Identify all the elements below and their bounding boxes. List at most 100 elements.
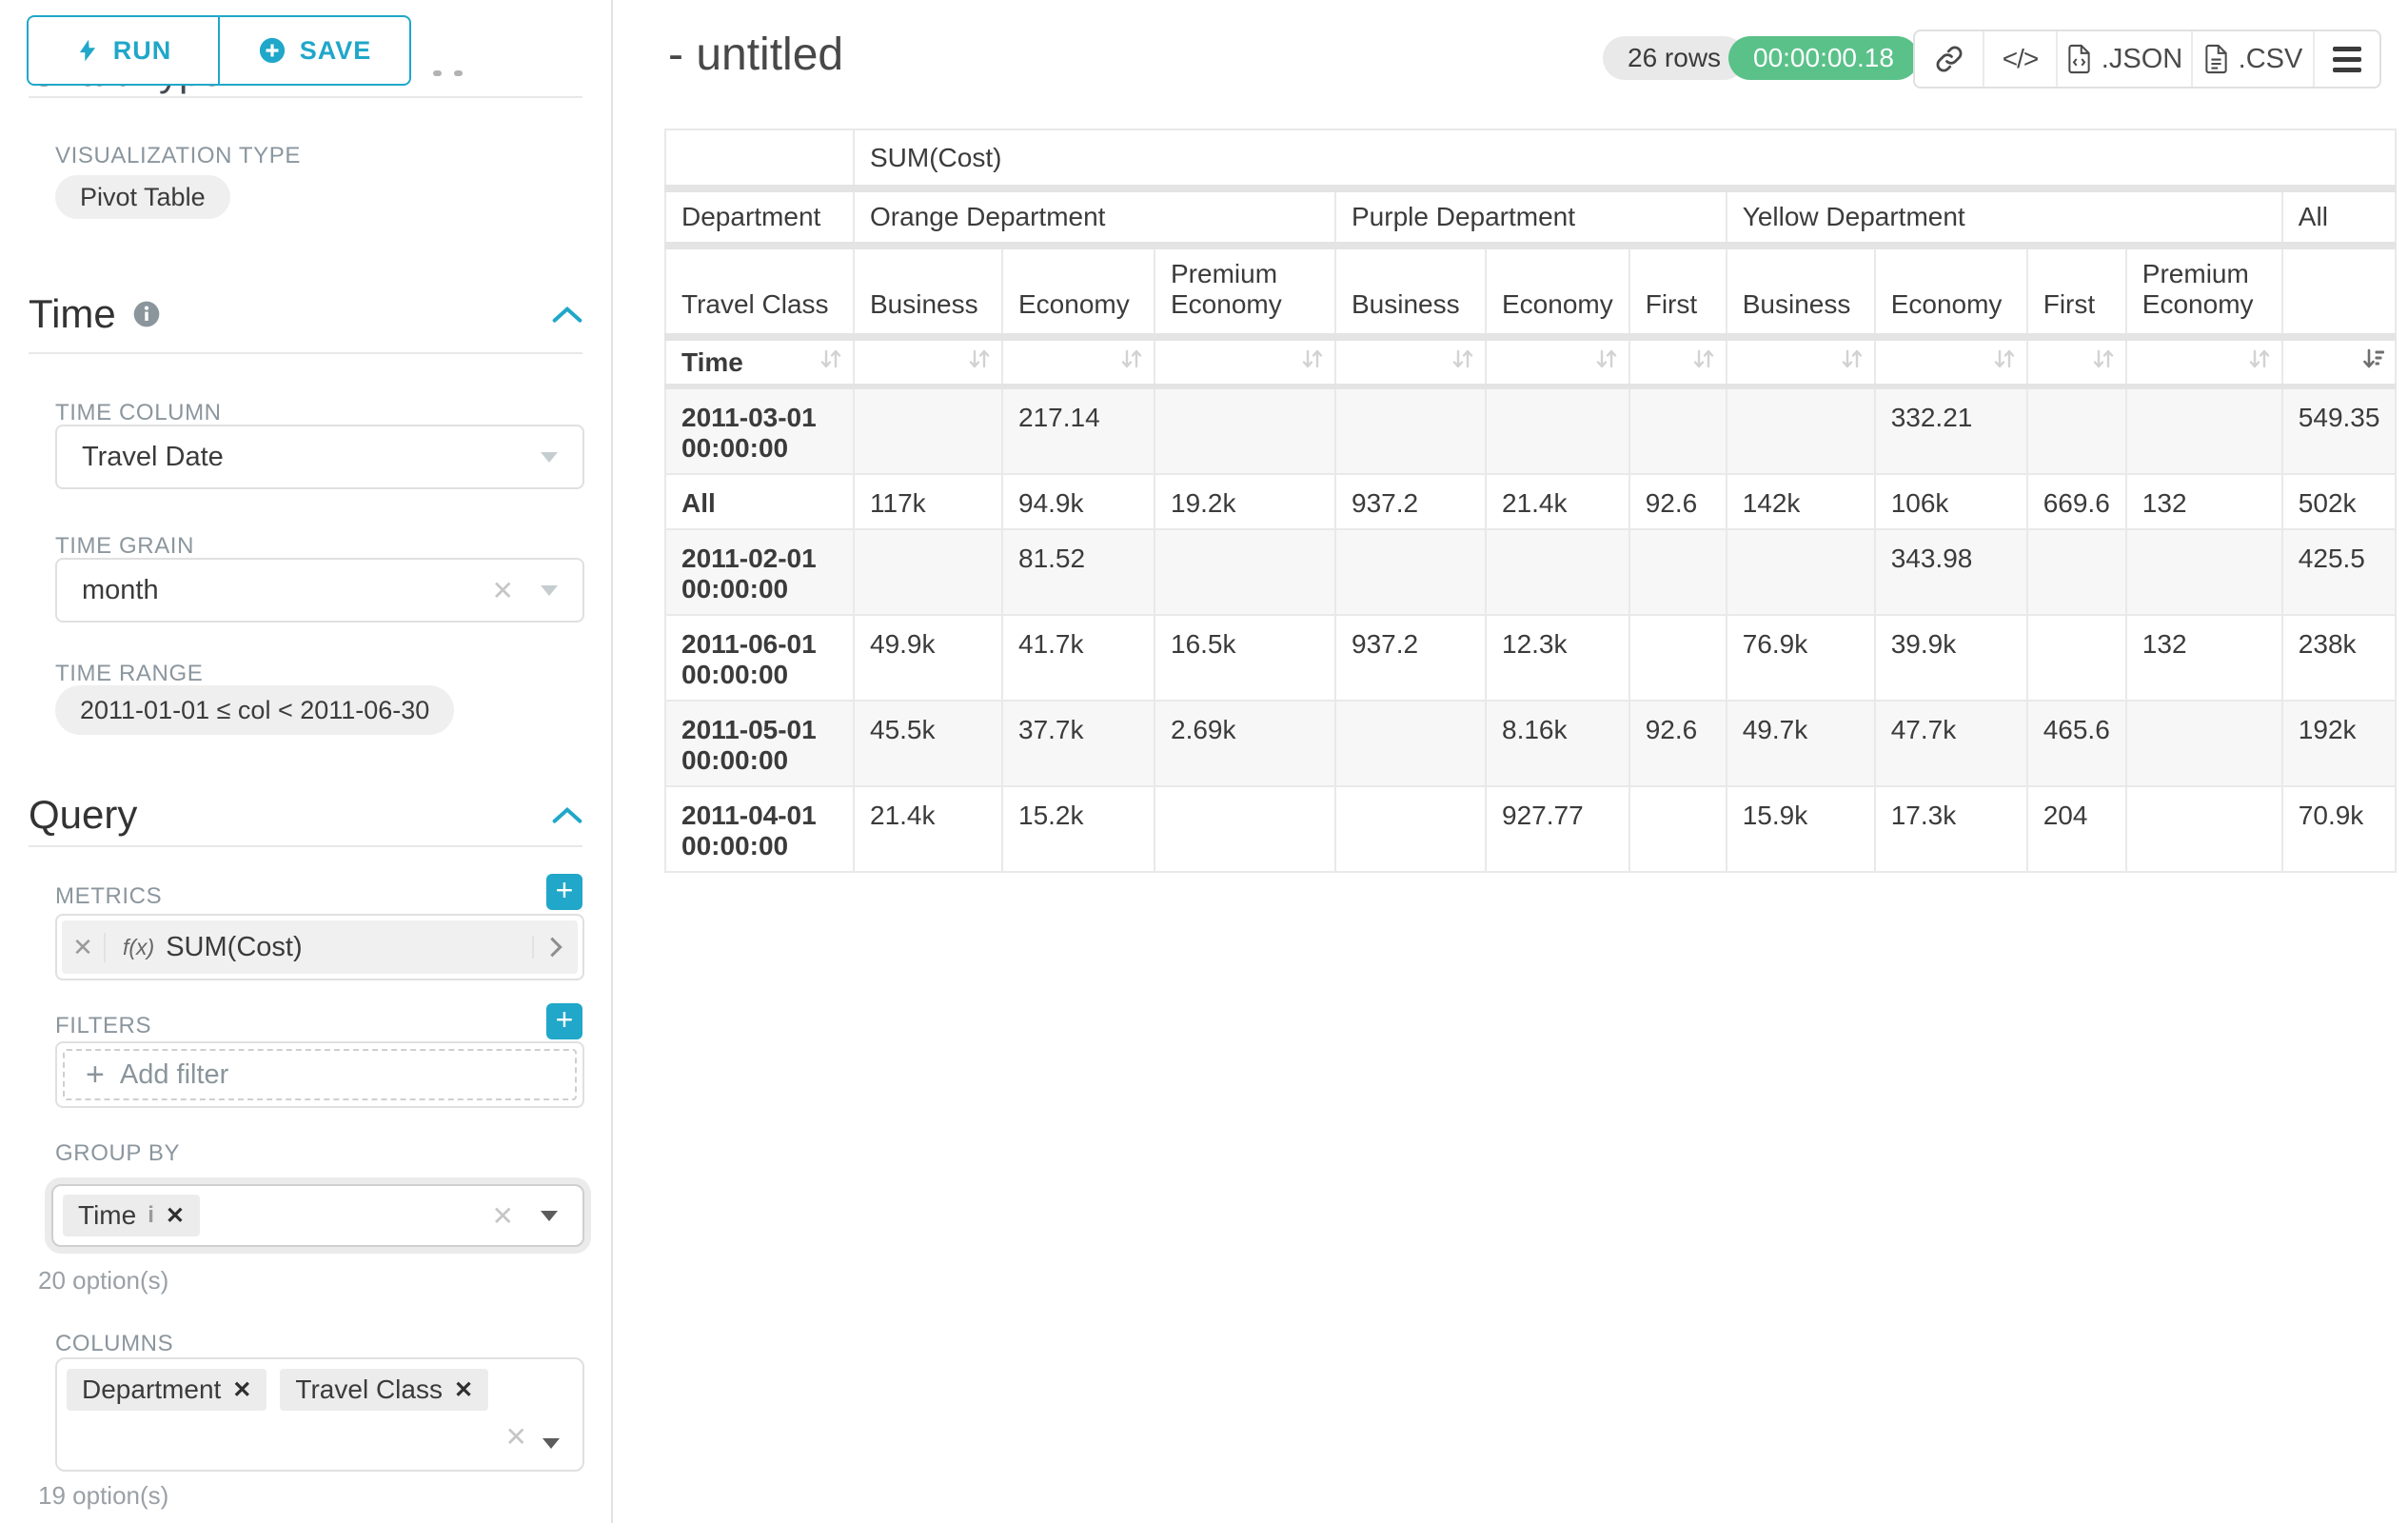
columns-label: COLUMNS	[55, 1331, 173, 1357]
time-column-select[interactable]: Travel Date	[55, 425, 584, 489]
menu-button[interactable]	[2313, 31, 2379, 87]
sort-icon[interactable]	[1119, 346, 1144, 378]
panel.query.columns_values-tag[interactable]: Travel Class✕	[280, 1369, 488, 1411]
time-column-label: TIME COLUMN	[55, 400, 222, 426]
remove-tag-icon[interactable]: ✕	[166, 1202, 185, 1230]
pivot-group-header: Purple Department	[1335, 188, 1727, 246]
pivot-corner-cell	[665, 129, 854, 188]
pivot-col-header	[2282, 246, 2397, 337]
pivot-cell: 425.5	[2282, 529, 2397, 615]
clear-icon[interactable]: ✕	[492, 1200, 514, 1232]
columns-select[interactable]: Department✕ Travel Class✕ ✕	[55, 1357, 584, 1472]
control-panel: Chart Type RUN SAVE VISUALIZATION TYPE P…	[0, 0, 613, 1523]
pivot-group-header: Orange Department	[854, 188, 1335, 246]
pivot-row: 2011-04-01 00:00:0021.4k15.2k927.7715.9k…	[665, 786, 2396, 872]
save-button[interactable]: SAVE	[219, 15, 411, 86]
chart-title[interactable]: - untitled	[668, 29, 843, 81]
pivot-cell	[1155, 386, 1335, 474]
export-csv-button[interactable]: .CSV	[2191, 31, 2313, 87]
pivot-col-header: Economy	[1875, 246, 2027, 337]
pivot-cell: 502k	[2282, 474, 2397, 529]
group-by-select[interactable]: Timei✕ ✕	[51, 1184, 584, 1247]
group-by-label: GROUP BY	[55, 1140, 180, 1167]
pivot-row-label: 2011-02-01 00:00:00	[665, 529, 854, 615]
pivot-cell: 17.3k	[1875, 786, 2027, 872]
divider	[29, 352, 582, 354]
metrics-label: METRICS	[55, 883, 162, 910]
add-filter-plus-button[interactable]: +	[546, 1003, 582, 1039]
embed-code-button[interactable]: </>	[1983, 31, 2056, 87]
sort-icon[interactable]	[819, 346, 843, 378]
pivot-cell	[854, 386, 1002, 474]
pivot-col-header: Business	[1727, 246, 1875, 337]
share-link-button[interactable]	[1915, 31, 1983, 87]
sort-icon[interactable]	[2247, 346, 2272, 378]
pivot-cell: 92.6	[1629, 474, 1727, 529]
pivot-table-container: SUM(Cost)DepartmentOrange DepartmentPurp…	[664, 129, 2397, 873]
time-grain-select[interactable]: month ✕	[55, 558, 584, 623]
pivot-cell	[2126, 786, 2282, 872]
export-json-button[interactable]: .JSON	[2056, 31, 2191, 87]
time-grain-label: TIME GRAIN	[55, 533, 194, 560]
sort-icon[interactable]	[1451, 346, 1475, 378]
chevron-up-icon[interactable]	[552, 305, 582, 324]
pivot-cell: 16.5k	[1155, 615, 1335, 701]
pivot-cell: 70.9k	[2282, 786, 2397, 872]
pivot-cell	[1727, 529, 1875, 615]
sort-icon[interactable]	[967, 346, 992, 378]
run-button[interactable]: RUN	[27, 15, 219, 86]
expand-metric-button[interactable]	[532, 936, 578, 959]
sort-icon[interactable]	[1691, 346, 1716, 378]
pivot-cell	[2126, 529, 2282, 615]
sort-icon[interactable]	[1840, 346, 1865, 378]
pivot-cell: 937.2	[1335, 615, 1486, 701]
sort-icon[interactable]	[1300, 346, 1325, 378]
pivot-cell	[1486, 529, 1629, 615]
panel.query.group_by_values-tag[interactable]: Timei✕	[63, 1195, 200, 1236]
pivot-cell: 332.21	[1875, 386, 2027, 474]
panel.query.columns_values-tag[interactable]: Department✕	[67, 1369, 266, 1411]
sort-icon[interactable]	[1594, 346, 1619, 378]
pivot-cell: 15.9k	[1727, 786, 1875, 872]
pivot-cell: 217.14	[1002, 386, 1155, 474]
pivot-group-header: All	[2282, 188, 2397, 246]
pivot-cell: 192k	[2282, 701, 2397, 786]
link-icon	[1935, 45, 1964, 73]
code-icon: </>	[2003, 44, 2038, 74]
pivot-cell: 15.2k	[1002, 786, 1155, 872]
function-icon: f(x)	[123, 935, 154, 960]
pivot-cell	[1335, 701, 1486, 786]
pivot-col-header: Economy	[1486, 246, 1629, 337]
pivot-cell	[1629, 615, 1727, 701]
pivot-row: 2011-06-01 00:00:0049.9k41.7k16.5k937.21…	[665, 615, 2396, 701]
sort-descending-icon[interactable]	[2360, 346, 2385, 378]
remove-tag-icon[interactable]: ✕	[232, 1376, 251, 1404]
pivot-row-label: 2011-06-01 00:00:00	[665, 615, 854, 701]
clear-icon[interactable]: ✕	[505, 1421, 527, 1453]
pivot-row-dim-header: Time	[665, 337, 854, 386]
time-range-pill[interactable]: 2011-01-01 ≤ col < 2011-06-30	[55, 685, 454, 735]
remove-metric-icon[interactable]: ✕	[62, 933, 106, 962]
info-icon: i	[148, 1202, 154, 1229]
add-metric-button[interactable]: +	[546, 874, 582, 910]
clear-icon[interactable]: ✕	[492, 575, 514, 606]
pivot-cell: 92.6	[1629, 701, 1727, 786]
pivot-cell	[1629, 386, 1727, 474]
pivot-cell: 19.2k	[1155, 474, 1335, 529]
pivot-cell: 8.16k	[1486, 701, 1629, 786]
info-icon[interactable]	[131, 299, 162, 329]
pivot-cell	[1335, 786, 1486, 872]
pivot-cell: 47.7k	[1875, 701, 2027, 786]
pivot-col-header: Economy	[1002, 246, 1155, 337]
sort-icon[interactable]	[2091, 346, 2116, 378]
pivot-cell: 106k	[1875, 474, 2027, 529]
pivot-col-header: Premium Economy	[2126, 246, 2282, 337]
metric-pill[interactable]: ✕ f(x) SUM(Cost)	[62, 920, 578, 974]
divider	[29, 96, 582, 98]
add-filter-button[interactable]: + Add filter	[63, 1049, 577, 1100]
remove-tag-icon[interactable]: ✕	[454, 1376, 473, 1404]
viz-type-pill[interactable]: Pivot Table	[55, 175, 230, 219]
sort-icon[interactable]	[1992, 346, 2017, 378]
chevron-up-icon[interactable]	[552, 805, 582, 824]
pivot-cell: 81.52	[1002, 529, 1155, 615]
